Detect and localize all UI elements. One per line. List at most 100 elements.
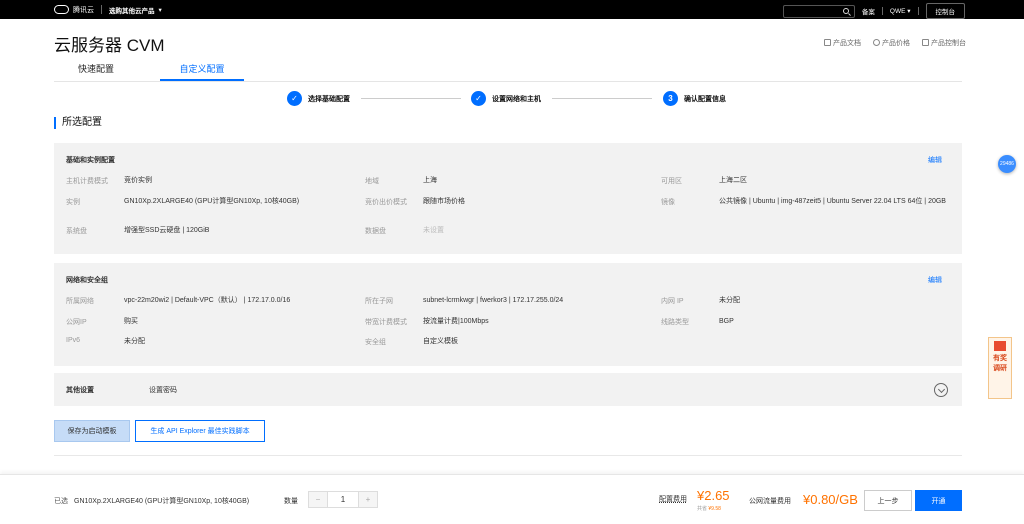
edit-link[interactable]: 编辑 [928, 155, 942, 165]
step-connector [552, 98, 652, 99]
selected-label: 已选 [54, 498, 68, 505]
step-3-label: 确认配置信息 [684, 95, 726, 103]
step-2-label: 设置网络和主机 [492, 95, 541, 103]
check-icon: ✓ [471, 91, 486, 106]
field-value: 跟随市场价格 [423, 198, 465, 205]
console-link-label: 产品控制台 [931, 40, 966, 47]
field-label: 可用区 [661, 178, 682, 185]
user-menu[interactable]: QWE ▾ [890, 7, 911, 15]
cloud-logo-icon [54, 5, 69, 14]
save-template-button[interactable]: 保存为启动模板 [54, 420, 130, 442]
field-label: 镜像 [661, 199, 675, 206]
divider [881, 7, 883, 15]
console-button[interactable]: 控制台 [925, 3, 965, 19]
product-menu-label: 选购其他云产品 [109, 7, 155, 15]
net-fee-label: 公网流量费用 [749, 498, 791, 505]
field-value: 购买 [124, 318, 138, 325]
brand[interactable]: 腾讯云 [54, 5, 94, 15]
field-label: 竞价出价模式 [365, 199, 407, 206]
caret-down-icon: ▾ [158, 6, 162, 14]
search-icon[interactable] [842, 7, 849, 14]
caret-down-icon: ▾ [907, 8, 911, 15]
activate-button[interactable]: 开通 [915, 490, 962, 511]
decrement-button[interactable]: − [309, 492, 327, 507]
quantity-label: 数量 [284, 498, 298, 505]
field-value: subnet-lcrmkwgr | fwerkor3 | 172.17.255.… [423, 297, 564, 304]
survey-text: 有奖调研 [993, 355, 1007, 372]
panel-title: 网络和安全组 [66, 277, 108, 284]
previous-step-button[interactable]: 上一步 [864, 490, 912, 511]
field-label: 带宽计费模式 [365, 319, 407, 326]
field-value: vpc-22m20wi2 | Default-VPC（默认） | 172.17.… [124, 297, 291, 304]
brand-name: 腾讯云 [73, 6, 94, 14]
field-value: 未设置 [423, 227, 444, 234]
field-label: 数据盘 [365, 228, 386, 235]
quantity-stepper: − 1 + [308, 491, 378, 508]
other-settings-value: 设置密码 [149, 387, 177, 394]
selected-value: GN10Xp.2XLARGE40 (GPU计算型GN10Xp, 10核40GB) [74, 498, 250, 505]
field-label: 所属网络 [66, 298, 94, 305]
floating-badge[interactable]: 29486 [998, 155, 1016, 173]
step-number: 3 [663, 91, 678, 106]
grid-icon [922, 39, 929, 46]
panel-title: 基础和实例配置 [66, 157, 115, 164]
doc-link-label: 产品文档 [833, 40, 861, 47]
check-icon: ✓ [287, 91, 302, 106]
step-3: 3 确认配置信息 [663, 91, 726, 106]
chevron-down-icon[interactable] [934, 383, 948, 397]
field-value: BGP [719, 318, 734, 325]
divider [917, 7, 919, 15]
savings-label: 共省 [697, 506, 708, 512]
field-label: 所在子网 [365, 298, 393, 305]
divider [101, 5, 102, 14]
field-label: 主机计费模式 [66, 178, 108, 185]
network-panel: 网络和安全组 编辑 所属网络 vpc-22m20wi2 | Default-VP… [54, 263, 962, 366]
user-name: QWE [889, 8, 906, 15]
field-label: IPv6 [66, 337, 81, 344]
selected-summary: 已选 GN10Xp.2XLARGE40 (GPU计算型GN10Xp, 10核40G… [54, 496, 249, 506]
field-label: 系统盘 [66, 228, 87, 235]
filing-link[interactable]: 备案 [862, 6, 875, 16]
search-input[interactable] [782, 4, 855, 18]
doc-link[interactable]: 产品文档 [824, 38, 861, 48]
document-icon [824, 39, 831, 46]
stepper: ✓ 选择基础配置 ✓ 设置网络和主机 3 确认配置信息 [0, 91, 1024, 107]
increment-button[interactable]: + [359, 492, 377, 507]
other-settings-panel[interactable]: 其他设置 设置密码 [54, 373, 962, 406]
quantity-input[interactable]: 1 [327, 492, 359, 507]
field-value: 上海二区 [719, 177, 747, 184]
price-link-label: 产品价格 [882, 40, 910, 47]
field-value: 自定义模板 [423, 338, 458, 345]
help-icon [873, 39, 880, 46]
field-value: GN10Xp.2XLARGE40 (GPU计算型GN10Xp, 10核40GB) [124, 198, 300, 205]
tab-custom-config[interactable]: 自定义配置 [160, 58, 244, 81]
config-fee-label[interactable]: 配置费用 [659, 494, 687, 504]
config-tabs: 快速配置 自定义配置 [54, 58, 962, 82]
api-explorer-button[interactable]: 生成 API Explorer 最佳实践脚本 [135, 420, 265, 442]
survey-widget[interactable]: 有奖调研 [988, 337, 1012, 399]
field-label: 线路类型 [661, 319, 689, 326]
field-label: 实例 [66, 199, 80, 206]
field-value: 上海 [423, 177, 437, 184]
tab-quick-config[interactable]: 快速配置 [54, 58, 138, 81]
price-link[interactable]: 产品价格 [873, 38, 910, 48]
panel-title: 其他设置 [66, 387, 94, 394]
field-value: 公共镜像 | Ubuntu | img-487zeit5 | Ubuntu Se… [719, 198, 946, 205]
field-value: 未分配 [719, 297, 740, 304]
field-value: 竞价实例 [124, 177, 152, 184]
step-2: ✓ 设置网络和主机 [471, 91, 541, 106]
basic-config-panel: 基础和实例配置 编辑 主机计费模式 竞价实例 地域 上海 可用区 上海二区 实例… [54, 143, 962, 254]
page-title: 云服务器 CVM [54, 36, 165, 55]
field-label: 安全组 [365, 339, 386, 346]
header-links: 产品文档 产品价格 产品控制台 [824, 38, 966, 48]
net-fee-value: ¥0.80/GB [803, 492, 858, 507]
step-connector [361, 98, 461, 99]
field-label: 地域 [365, 178, 379, 185]
field-label: 内网 IP [661, 298, 684, 305]
console-link[interactable]: 产品控制台 [922, 38, 966, 48]
product-menu[interactable]: 选购其他云产品 ▾ [109, 5, 162, 15]
edit-link[interactable]: 编辑 [928, 275, 942, 285]
top-nav: 腾讯云 选购其他云产品 ▾ 备案 QWE ▾ 控制台 [0, 0, 1024, 19]
savings-value: ¥9.58 [708, 506, 721, 512]
savings-text: 共省 ¥9.58 [697, 505, 721, 512]
